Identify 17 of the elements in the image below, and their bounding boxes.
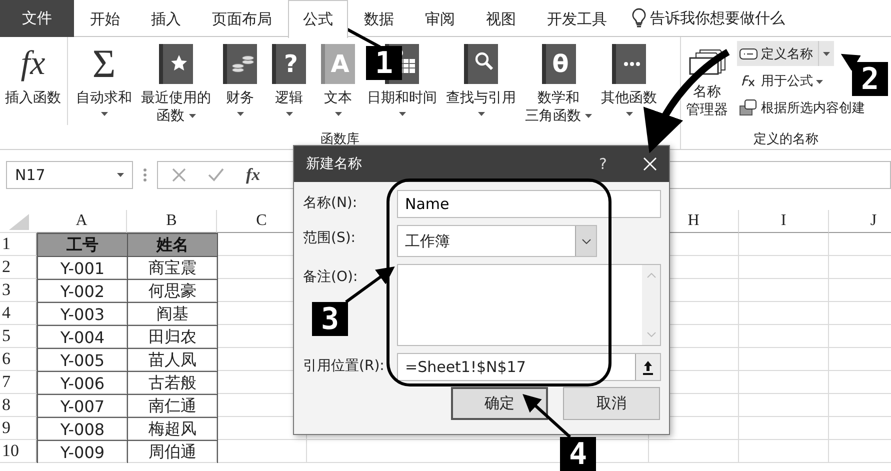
sum-icon: Σ	[92, 44, 116, 84]
field-label: 名称(N):	[303, 194, 358, 212]
group-label: 定义的名称	[754, 132, 818, 149]
field-label: 引用位置(R):	[303, 357, 384, 375]
step-badge: 1	[366, 46, 402, 80]
step-badge: 2	[852, 62, 888, 96]
header-cell: 工号	[37, 233, 128, 257]
book-icon: ?	[272, 44, 306, 84]
book-icon: θ	[542, 44, 576, 84]
step-badge: 3	[312, 302, 348, 336]
group-label: 函数库	[320, 132, 360, 149]
field-label: 备注(O):	[303, 268, 358, 286]
book-icon: A	[321, 44, 355, 84]
function-icon: fx	[20, 44, 46, 84]
dialog-title: 新建名称	[306, 155, 363, 173]
step-badge: 4	[560, 437, 596, 471]
header-cell: 姓名	[127, 233, 218, 257]
